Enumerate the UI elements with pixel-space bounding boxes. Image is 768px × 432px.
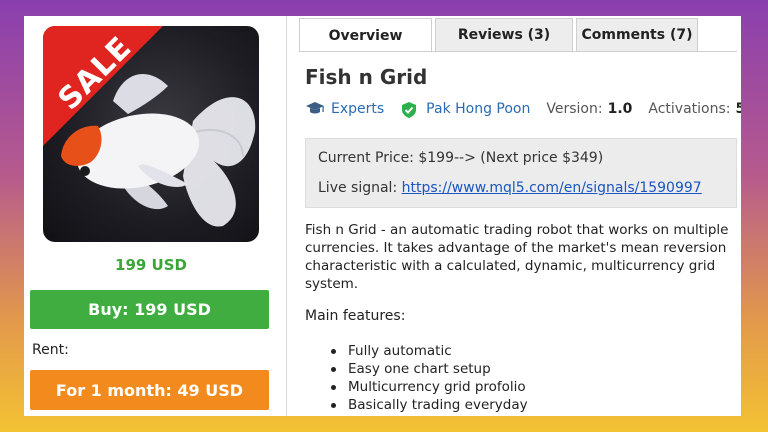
bullet-icon — [331, 384, 336, 390]
product-description: Fish n Grid - an automatic trading robot… — [305, 222, 729, 292]
live-signal-label: Live signal: — [318, 180, 398, 196]
bullet-icon — [331, 348, 336, 354]
buy-button[interactable]: Buy: 199 USD — [30, 290, 269, 329]
bullet-icon — [331, 402, 336, 408]
list-item: Fully automatic — [331, 342, 528, 360]
tab-comments[interactable]: Comments (7) — [576, 18, 698, 51]
current-price-text: Current Price: $199--> (Next price $349) — [318, 150, 604, 166]
list-item: Multicurrency grid profolio — [331, 378, 528, 396]
price-info-box: Current Price: $199--> (Next price $349)… — [305, 138, 737, 208]
category-link[interactable]: Experts — [331, 101, 384, 117]
rent-one-month-button[interactable]: For 1 month: 49 USD — [30, 370, 269, 410]
list-item: Easy one chart setup — [331, 360, 528, 378]
rent-label: Rent: — [32, 342, 69, 358]
tab-reviews[interactable]: Reviews (3) — [435, 18, 573, 51]
product-title: Fish n Grid — [305, 65, 428, 89]
activations-value: 5 — [735, 101, 742, 117]
live-signal-link[interactable]: https://www.mql5.com/en/signals/1590997 — [402, 180, 702, 196]
sale-ribbon — [43, 26, 163, 146]
product-page: SALE 199 USD Buy: 199 USD Rent: For 1 mo… — [24, 16, 741, 416]
product-sidebar: SALE 199 USD Buy: 199 USD Rent: For 1 mo… — [24, 16, 286, 416]
version-value: 1.0 — [607, 101, 633, 117]
price-label: 199 USD — [115, 256, 187, 274]
activations-label: Activations: — [648, 101, 731, 117]
tab-underline — [299, 51, 737, 52]
bullet-icon — [331, 366, 336, 372]
author-link[interactable]: Pak Hong Poon — [426, 101, 530, 117]
graduation-cap-icon — [305, 101, 325, 117]
list-item: Basically trading everyday — [331, 396, 528, 414]
verified-shield-icon — [400, 101, 420, 118]
live-signal-row: Live signal: https://www.mql5.com/en/sig… — [318, 180, 702, 196]
tab-overview[interactable]: Overview — [299, 18, 432, 52]
tab-bar: Overview Reviews (3) Comments (7) — [299, 18, 698, 52]
product-details: Overview Reviews (3) Comments (7) Fish n… — [287, 16, 741, 416]
features-heading: Main features: — [305, 308, 406, 324]
version-label: Version: — [546, 101, 603, 117]
product-meta: Experts Pak Hong Poon Version: 1.0 Activ… — [305, 101, 742, 118]
product-image[interactable]: SALE — [43, 26, 259, 242]
features-list: Fully automatic Easy one chart setup Mul… — [331, 342, 528, 414]
